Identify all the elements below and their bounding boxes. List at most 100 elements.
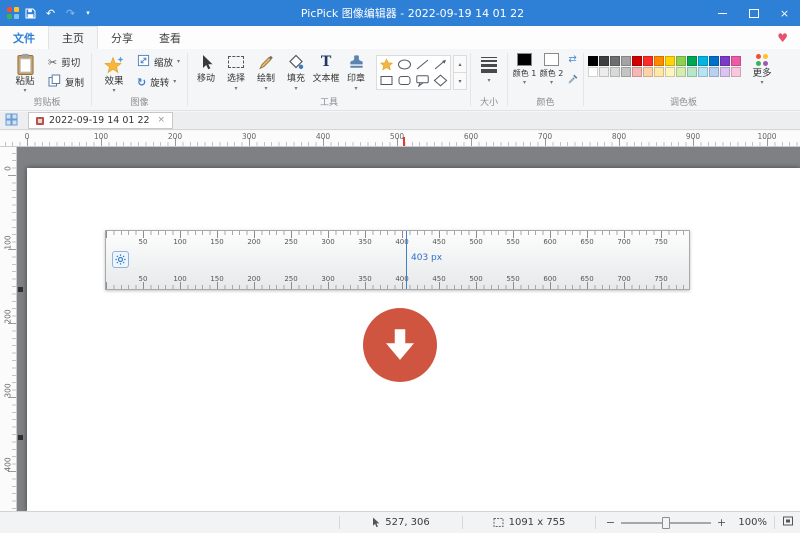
tool-stamp-button[interactable]: 印章 ▾: [341, 49, 371, 92]
line-width-button[interactable]: ▾: [474, 49, 504, 84]
palette-swatch[interactable]: [588, 67, 598, 77]
resize-icon: [137, 54, 150, 70]
effects-button[interactable]: 效果 ▾: [95, 49, 133, 94]
chevron-down-icon: ▾: [173, 79, 176, 85]
ruler-image-number: 200: [247, 238, 260, 246]
statusbar: 527, 306 1091 x 755 − + 100%: [0, 511, 800, 533]
shape-rounded-rect-button[interactable]: [396, 73, 413, 88]
shape-star-button[interactable]: [378, 57, 395, 72]
palette-swatch[interactable]: [621, 67, 631, 77]
minimize-button[interactable]: [707, 0, 738, 26]
qat-customize-button[interactable]: ▾: [82, 3, 94, 23]
tool-move-button[interactable]: 移动: [191, 49, 221, 84]
palette-swatch[interactable]: [676, 56, 686, 66]
document-tab[interactable]: 2022-09-19 14 01 22 ×: [28, 112, 173, 129]
shape-line-button[interactable]: [414, 57, 431, 72]
palette-swatch[interactable]: [731, 56, 741, 66]
palette-swatch[interactable]: [643, 56, 653, 66]
maximize-button[interactable]: [738, 0, 769, 26]
rotate-button[interactable]: ↻ 旋转 ▾: [133, 73, 184, 91]
palette-swatch[interactable]: [731, 67, 741, 77]
text-icon: T: [321, 55, 331, 69]
palette-swatch[interactable]: [643, 67, 653, 77]
palette-swatch[interactable]: [709, 56, 719, 66]
tab-close-button[interactable]: ×: [158, 116, 166, 125]
window-controls: ×: [700, 0, 800, 26]
more-colors-button[interactable]: 更多 ▾: [744, 49, 780, 86]
cut-button[interactable]: ✂ 剪切: [44, 53, 88, 71]
palette-swatch[interactable]: [654, 67, 664, 77]
group-image: 效果 ▾ 缩放 ▾ ↻ 旋转 ▾: [93, 49, 186, 110]
selection-handle[interactable]: [18, 287, 23, 292]
document-tab-bar: 2022-09-19 14 01 22 ×: [0, 112, 800, 130]
palette-swatch[interactable]: [621, 56, 631, 66]
menu-tab[interactable]: 分享: [98, 26, 146, 49]
palette-swatch[interactable]: [654, 56, 664, 66]
palette-swatch[interactable]: [665, 67, 675, 77]
ruler-image-number: 300: [321, 238, 334, 246]
palette-swatch[interactable]: [720, 67, 730, 77]
ruler-number: 800: [612, 132, 626, 141]
ruler-image-number: 100: [173, 275, 186, 283]
fit-window-button[interactable]: [782, 515, 794, 530]
palette-swatch[interactable]: [610, 67, 620, 77]
close-button[interactable]: ×: [769, 0, 800, 26]
palette-swatch[interactable]: [632, 67, 642, 77]
ruler-number: 900: [686, 132, 700, 141]
ruler-image-number: 250: [284, 238, 297, 246]
palette-swatch[interactable]: [687, 56, 697, 66]
swap-colors-button[interactable]: ⇄: [568, 55, 576, 65]
shape-callout-button[interactable]: [414, 73, 431, 88]
tool-fill-button[interactable]: 填充 ▾: [281, 49, 311, 92]
gallery-scroll: ▴ ▾: [453, 55, 467, 90]
menu-tab[interactable]: 文件: [0, 26, 48, 49]
paste-button[interactable]: 粘贴 ▾: [6, 49, 44, 94]
ruler-image-number: 600: [543, 238, 556, 246]
save-button[interactable]: [22, 3, 39, 23]
palette-swatch[interactable]: [709, 67, 719, 77]
palette-swatch[interactable]: [698, 67, 708, 77]
heart-icon[interactable]: ♥: [777, 26, 788, 49]
palette-swatch[interactable]: [665, 56, 675, 66]
shape-diamond-button[interactable]: [432, 73, 449, 88]
palette-swatch[interactable]: [599, 67, 609, 77]
selection-handle[interactable]: [18, 435, 23, 440]
menu-tab[interactable]: 主页: [48, 26, 98, 49]
tool-select-button[interactable]: 选择 ▾: [221, 49, 251, 92]
copy-button[interactable]: 复制: [44, 73, 88, 91]
zoom-out-button[interactable]: −: [603, 516, 618, 529]
palette-swatch[interactable]: [610, 56, 620, 66]
palette-swatch[interactable]: [698, 56, 708, 66]
redo-button[interactable]: ↷: [62, 3, 79, 23]
group-label-color: 颜色: [511, 95, 580, 110]
palette-swatch[interactable]: [720, 56, 730, 66]
gallery-scroll-up-button[interactable]: ▴: [454, 56, 466, 73]
zoom-slider-thumb[interactable]: [662, 517, 670, 529]
undo-button[interactable]: ↶: [42, 3, 59, 23]
zoom-in-button[interactable]: +: [714, 516, 729, 529]
gallery-scroll-down-button[interactable]: ▾: [454, 73, 466, 89]
shape-arrow-button[interactable]: [432, 57, 449, 72]
shape-rectangle-button[interactable]: [378, 73, 395, 88]
palette-swatch[interactable]: [599, 56, 609, 66]
ruler-image-number: 450: [432, 275, 445, 283]
palette-swatch[interactable]: [687, 67, 697, 77]
palette-swatch[interactable]: [588, 56, 598, 66]
color2-button[interactable]: 颜色 2 ▾: [538, 49, 565, 86]
ruler-image-number: 100: [173, 238, 186, 246]
tool-text-button[interactable]: T 文本框: [311, 49, 341, 84]
zoom-slider[interactable]: [621, 516, 711, 530]
zoom-level: 100%: [729, 517, 767, 528]
ruler-image-number: 450: [432, 238, 445, 246]
eyedropper-button[interactable]: [567, 70, 578, 89]
color1-button[interactable]: 颜色 1 ▾: [511, 49, 538, 86]
tool-draw-button[interactable]: 绘制 ▾: [251, 49, 281, 92]
shape-ellipse-button[interactable]: [396, 57, 413, 72]
chevron-down-icon: ▾: [550, 80, 553, 86]
resize-button[interactable]: 缩放 ▾: [133, 53, 184, 71]
palette-swatch[interactable]: [632, 56, 642, 66]
arrange-windows-button[interactable]: [5, 111, 18, 130]
group-clipboard: 粘贴 ▾ ✂ 剪切 复制 剪贴板: [4, 49, 90, 110]
menu-tab[interactable]: 查看: [146, 26, 194, 49]
palette-swatch[interactable]: [676, 67, 686, 77]
